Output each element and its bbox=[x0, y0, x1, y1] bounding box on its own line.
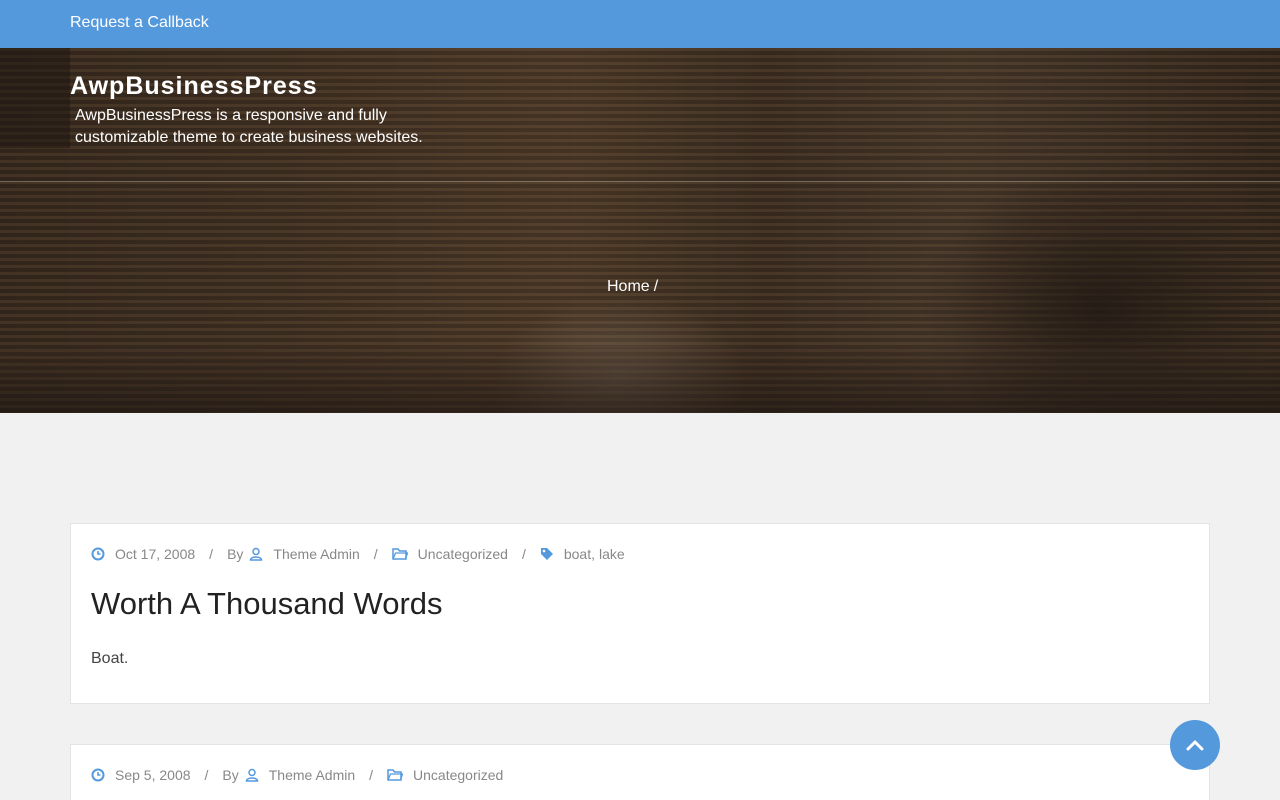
top-bar: Request a Callback bbox=[0, 0, 1280, 48]
post-date[interactable]: Sep 5, 2008 bbox=[115, 767, 191, 783]
post-date[interactable]: Oct 17, 2008 bbox=[115, 546, 195, 562]
folder-icon bbox=[391, 548, 408, 560]
clock-icon bbox=[91, 547, 105, 561]
breadcrumb-home-link[interactable]: Home bbox=[607, 278, 650, 295]
post-card: Sep 5, 2008 / By Theme Admin / Uncategor… bbox=[70, 744, 1210, 800]
meta-separator: / bbox=[209, 546, 214, 562]
post-title[interactable]: Worth A Thousand Words bbox=[91, 586, 443, 622]
meta-separator: / bbox=[373, 546, 378, 562]
tag-link[interactable]: boat bbox=[564, 546, 591, 562]
tag-icon bbox=[540, 548, 553, 560]
folder-icon bbox=[387, 769, 404, 781]
scroll-to-top-button[interactable] bbox=[1170, 720, 1220, 770]
meta-separator: / bbox=[521, 546, 526, 562]
breadcrumb-separator: / bbox=[653, 278, 659, 295]
header-divider bbox=[0, 181, 1280, 182]
hero-decor bbox=[0, 348, 1280, 413]
clock-icon bbox=[91, 768, 105, 782]
post-category[interactable]: Uncategorized bbox=[418, 546, 508, 562]
post-author[interactable]: Theme Admin bbox=[269, 767, 355, 783]
hero-banner: AwpBusinessPress AwpBusinessPress is a r… bbox=[0, 48, 1280, 413]
post-meta: Oct 17, 2008 / By Theme Admin / Uncatego… bbox=[91, 546, 625, 562]
post-excerpt: Boat. bbox=[91, 650, 129, 667]
tag-comma: , bbox=[591, 546, 595, 562]
request-callback-link[interactable]: Request a Callback bbox=[70, 14, 209, 32]
post-author[interactable]: Theme Admin bbox=[273, 546, 359, 562]
user-icon bbox=[250, 547, 263, 561]
by-label: By bbox=[222, 767, 239, 783]
tag-link[interactable]: lake bbox=[599, 546, 625, 562]
site-description: AwpBusinessPress is a responsive and ful… bbox=[75, 107, 423, 146]
breadcrumb: Home / bbox=[607, 278, 658, 296]
chevron-up-icon bbox=[1186, 740, 1204, 751]
post-category[interactable]: Uncategorized bbox=[413, 767, 503, 783]
post-meta: Sep 5, 2008 / By Theme Admin / Uncategor… bbox=[91, 767, 503, 783]
post-card: Oct 17, 2008 / By Theme Admin / Uncatego… bbox=[70, 523, 1210, 704]
user-icon bbox=[245, 768, 259, 782]
site-title[interactable]: AwpBusinessPress bbox=[70, 72, 318, 101]
meta-separator: / bbox=[204, 767, 209, 783]
hero-decor bbox=[0, 48, 70, 148]
meta-separator: / bbox=[369, 767, 374, 783]
by-label: By bbox=[227, 546, 244, 562]
